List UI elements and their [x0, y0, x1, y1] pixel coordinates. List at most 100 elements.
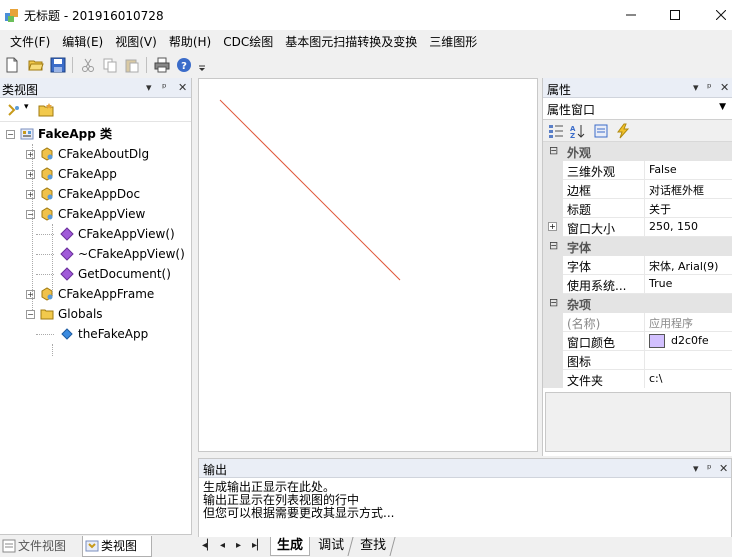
minimize-icon — [626, 14, 636, 16]
app-icon — [5, 9, 18, 22]
next-tab-icon[interactable]: ▸ — [236, 540, 241, 551]
menu-scan-convert[interactable]: 基本图元扫描转换及变换 — [279, 30, 423, 52]
pin-icon[interactable]: ᵖ — [162, 81, 167, 94]
property-value[interactable]: 应用程序 — [645, 313, 732, 332]
tab-class-view[interactable]: 类视图 — [82, 536, 152, 557]
help-icon[interactable]: ? — [176, 57, 192, 73]
categorized-icon[interactable] — [548, 123, 564, 139]
cut-icon[interactable] — [80, 57, 96, 73]
property-value[interactable]: 对话框外框 — [645, 180, 732, 199]
first-tab-icon[interactable]: ◂▏ — [202, 540, 215, 551]
property-row[interactable]: 标题 关于 — [543, 199, 732, 218]
tab-find[interactable]: 查找 — [351, 537, 396, 556]
new-folder-icon[interactable] — [38, 102, 54, 118]
expand-icon[interactable]: + — [26, 150, 35, 159]
property-row[interactable]: 窗口颜色 d2c0fe — [543, 332, 732, 351]
property-category[interactable]: ⊟ 外观 — [543, 142, 732, 161]
property-value[interactable]: d2c0fe — [645, 332, 732, 351]
property-value[interactable]: 关于 — [645, 199, 732, 218]
minimize-button[interactable] — [608, 0, 654, 30]
menu-edit[interactable]: 编辑(E) — [56, 30, 109, 52]
events-icon[interactable] — [615, 123, 631, 139]
property-gutter — [543, 199, 563, 218]
print-icon[interactable] — [154, 57, 170, 73]
property-gutter — [543, 275, 563, 294]
window-title: 无标题 - 201916010728 — [24, 9, 164, 23]
pin-icon[interactable]: ᵖ — [707, 462, 712, 475]
expand-icon[interactable]: + — [548, 222, 557, 231]
prev-tab-icon[interactable]: ◂ — [220, 540, 225, 551]
sort-icon[interactable] — [6, 102, 22, 118]
menu-file[interactable]: 文件(F) — [4, 30, 56, 52]
tree-item-label: CFakeAppView — [58, 207, 146, 221]
pin-icon[interactable]: ᵖ — [707, 81, 712, 94]
pane-menu-icon[interactable]: ▾ — [693, 462, 699, 475]
collapse-icon[interactable]: ⊟ — [549, 144, 558, 157]
property-row[interactable]: + 窗口大小 250, 150 — [543, 218, 732, 237]
property-row[interactable]: (名称) 应用程序 — [543, 313, 732, 332]
properties-object-combo[interactable]: 属性窗口 ▼ — [543, 98, 732, 120]
pane-menu-icon[interactable]: ▾ — [146, 81, 152, 94]
expand-icon[interactable]: + — [26, 290, 35, 299]
property-category[interactable]: ⊟ 字体 — [543, 237, 732, 256]
properties-toolbar: AZ — [543, 120, 732, 142]
drawing-canvas[interactable] — [198, 78, 538, 452]
property-name: 三维外观 — [563, 161, 645, 180]
open-icon[interactable] — [28, 57, 44, 73]
tab-build[interactable]: 生成 — [270, 537, 311, 556]
alphabetical-icon[interactable]: AZ — [569, 123, 587, 139]
collapse-icon[interactable]: − — [26, 210, 35, 219]
folder-icon — [40, 309, 54, 320]
menu-view[interactable]: 视图(V) — [109, 30, 163, 52]
close-button[interactable] — [698, 0, 732, 30]
property-value[interactable]: 宋体, Arial(9) — [645, 256, 732, 275]
paste-icon[interactable] — [124, 57, 140, 73]
collapse-icon[interactable]: − — [26, 310, 35, 319]
tab-debug[interactable]: 调试 — [309, 537, 354, 556]
sort-dropdown-icon[interactable]: ▾ — [24, 102, 29, 112]
maximize-icon — [670, 10, 680, 20]
output-tabs: ◂▏ ◂ ▸ ▸▏ 生成 调试 查找 — [198, 537, 732, 557]
property-value-text: 关于 — [649, 203, 671, 216]
save-icon[interactable] — [50, 57, 66, 73]
overflow-icon[interactable] — [198, 57, 206, 73]
property-value[interactable] — [645, 351, 732, 370]
property-row[interactable]: 边框 对话框外框 — [543, 180, 732, 199]
pane-menu-icon[interactable]: ▾ — [693, 81, 699, 94]
property-row[interactable]: 字体 宋体, Arial(9) — [543, 256, 732, 275]
property-category-label: 字体 — [567, 241, 592, 255]
menu-3d-graphics[interactable]: 三维图形 — [423, 30, 483, 52]
properties-title: 属性 — [547, 83, 572, 97]
property-name: (名称) — [563, 313, 645, 332]
property-value[interactable]: 250, 150 — [645, 218, 732, 237]
property-row[interactable]: 文件夹 c:\ — [543, 370, 732, 388]
color-swatch[interactable] — [649, 334, 665, 348]
property-value[interactable]: False — [645, 161, 732, 180]
property-row[interactable]: 使用系统... True — [543, 275, 732, 294]
collapse-icon[interactable]: ⊟ — [549, 296, 558, 309]
menu-help[interactable]: 帮助(H) — [163, 30, 217, 52]
property-row[interactable]: 图标 — [543, 351, 732, 370]
pane-close-icon[interactable]: ✕ — [719, 462, 728, 475]
property-pages-icon[interactable] — [593, 123, 609, 139]
property-category[interactable]: ⊟ 杂项 — [543, 294, 732, 313]
copy-icon[interactable] — [102, 57, 118, 73]
pane-close-icon[interactable]: ✕ — [720, 81, 729, 94]
toolbar-separator — [146, 57, 147, 73]
expand-icon[interactable]: + — [26, 170, 35, 179]
collapse-icon[interactable]: ⊟ — [549, 239, 558, 252]
chevron-down-icon[interactable]: ▼ — [719, 102, 726, 112]
property-gutter — [543, 313, 563, 332]
menu-cdc-draw[interactable]: CDC绘图 — [217, 30, 279, 52]
property-value[interactable]: True — [645, 275, 732, 294]
property-row[interactable]: 三维外观 False — [543, 161, 732, 180]
last-tab-icon[interactable]: ▸▏ — [252, 540, 265, 551]
maximize-button[interactable] — [652, 0, 698, 30]
new-icon[interactable] — [4, 57, 20, 73]
collapse-icon[interactable]: − — [6, 130, 15, 139]
tab-file-view[interactable]: 文件视图 — [0, 536, 80, 557]
pane-close-icon[interactable]: ✕ — [178, 81, 187, 94]
expand-icon[interactable]: + — [26, 190, 35, 199]
property-value[interactable]: c:\ — [645, 370, 732, 388]
method-icon — [60, 247, 74, 261]
